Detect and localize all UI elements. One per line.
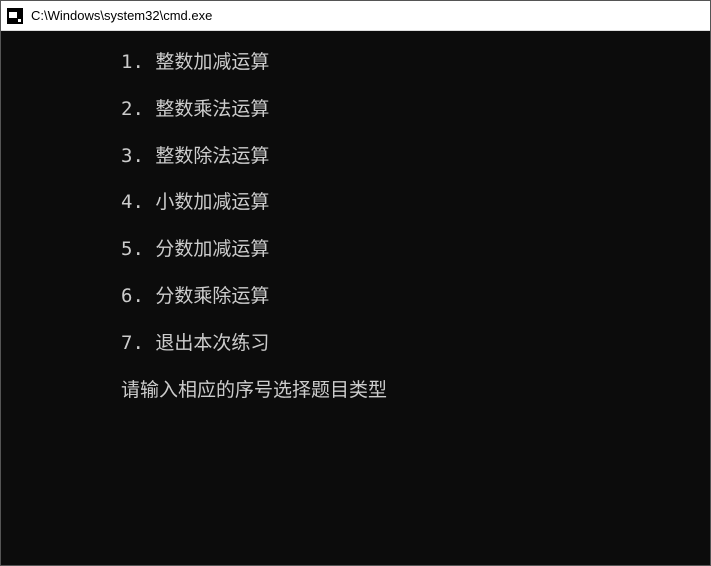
input-prompt: 请输入相应的序号选择题目类型: [121, 379, 710, 402]
cmd-icon: [7, 8, 23, 24]
menu-item: 4. 小数加减运算: [121, 191, 710, 214]
menu-item: 3. 整数除法运算: [121, 145, 710, 168]
menu-item: 6. 分数乘除运算: [121, 285, 710, 308]
titlebar[interactable]: C:\Windows\system32\cmd.exe: [1, 1, 710, 31]
menu-item: 5. 分数加减运算: [121, 238, 710, 261]
terminal-output[interactable]: 1. 整数加减运算 2. 整数乘法运算 3. 整数除法运算 4. 小数加减运算 …: [1, 31, 710, 565]
menu-item: 7. 退出本次练习: [121, 332, 710, 355]
window-title: C:\Windows\system32\cmd.exe: [31, 8, 212, 23]
menu-item: 1. 整数加减运算: [121, 51, 710, 74]
menu-item: 2. 整数乘法运算: [121, 98, 710, 121]
